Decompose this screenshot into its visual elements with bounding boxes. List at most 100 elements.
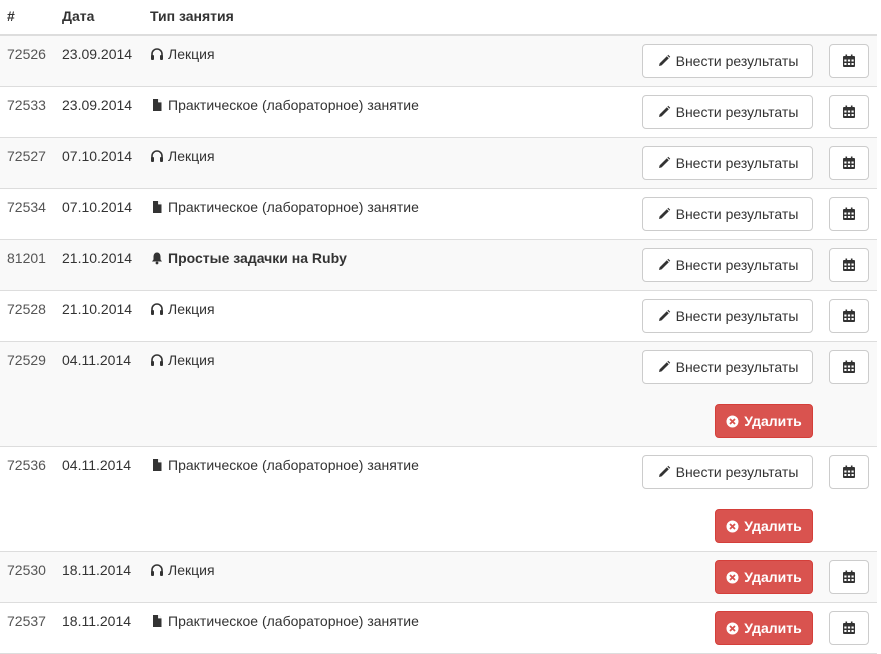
pencil-icon	[657, 360, 671, 374]
lesson-type: Практическое (лабораторное) занятие	[150, 97, 419, 113]
lesson-date: 21.10.2014	[62, 301, 133, 317]
calendar-button[interactable]	[829, 146, 869, 180]
table-row: 72526 23.09.2014 Лекция Внести результаты	[0, 36, 877, 87]
lesson-date: 04.11.2014	[62, 457, 132, 473]
x-icon	[726, 415, 739, 428]
lesson-date: 18.11.2014	[62, 613, 132, 629]
lesson-type: Практическое (лабораторное) занятие	[150, 457, 419, 473]
x-icon	[726, 622, 739, 635]
lesson-type-label: Практическое (лабораторное) занятие	[168, 457, 419, 473]
table-row: 72529 04.11.2014 Лекция Внести результаты Уд…	[0, 342, 877, 447]
enter-results-label: Внести результаты	[675, 464, 799, 480]
lesson-id: 72536	[7, 457, 46, 473]
table-row: 72534 07.10.2014 Практическое (лабораторно…	[0, 189, 877, 240]
delete-label: Удалить	[744, 518, 802, 534]
calendar-icon	[842, 465, 856, 479]
lesson-date: 07.10.2014	[62, 148, 133, 164]
calendar-button[interactable]	[829, 44, 869, 78]
lesson-date: 23.09.2014	[62, 46, 133, 62]
delete-label: Удалить	[744, 413, 802, 429]
calendar-button[interactable]	[829, 560, 869, 594]
table-row: 72530 18.11.2014 Лекция Удалить	[0, 552, 877, 603]
lesson-type-label: Лекция	[168, 148, 215, 164]
lesson-type: Лекция	[150, 352, 215, 368]
calendar-icon	[842, 360, 856, 374]
pencil-icon	[657, 309, 671, 323]
pencil-icon	[657, 258, 671, 272]
table-row: 72533 23.09.2014 Практическое (лабораторно…	[0, 87, 877, 138]
table-row: 81201 21.10.2014 Простые задачки на Ruby Вн…	[0, 240, 877, 291]
calendar-button[interactable]	[829, 95, 869, 129]
lesson-type-label: Лекция	[168, 352, 215, 368]
calendar-icon	[842, 156, 856, 170]
enter-results-button[interactable]: Внести результаты	[642, 299, 813, 333]
lesson-id: 72537	[7, 613, 46, 629]
calendar-icon	[842, 309, 856, 323]
enter-results-label: Внести результаты	[675, 155, 799, 171]
enter-results-label: Внести результаты	[675, 206, 799, 222]
enter-results-button[interactable]: Внести результаты	[642, 95, 813, 129]
enter-results-label: Внести результаты	[675, 359, 799, 375]
lesson-id: 72529	[7, 352, 46, 368]
lesson-type: Лекция	[150, 301, 215, 317]
file-icon	[150, 98, 164, 112]
enter-results-button[interactable]: Внести результаты	[642, 197, 813, 231]
lesson-type-label: Практическое (лабораторное) занятие	[168, 199, 419, 215]
pencil-icon	[657, 207, 671, 221]
calendar-icon	[842, 54, 856, 68]
calendar-icon	[842, 621, 856, 635]
lesson-type: Практическое (лабораторное) занятие	[150, 199, 419, 215]
lesson-date: 04.11.2014	[62, 352, 132, 368]
lesson-id: 72526	[7, 46, 46, 62]
table-row: 72527 07.10.2014 Лекция Внести результаты	[0, 138, 877, 189]
enter-results-label: Внести результаты	[675, 104, 799, 120]
lesson-date: 07.10.2014	[62, 199, 133, 215]
lesson-type: Простые задачки на Ruby	[150, 250, 347, 266]
calendar-icon	[842, 258, 856, 272]
delete-label: Удалить	[744, 620, 802, 636]
table-body: 72526 23.09.2014 Лекция Внести результаты 72…	[0, 36, 877, 654]
lesson-type: Практическое (лабораторное) занятие	[150, 613, 419, 629]
calendar-button[interactable]	[829, 248, 869, 282]
calendar-button[interactable]	[829, 611, 869, 645]
calendar-button[interactable]	[829, 197, 869, 231]
table-header: # Дата Тип занятия	[0, 0, 877, 36]
enter-results-button[interactable]: Внести результаты	[642, 44, 813, 78]
calendar-button[interactable]	[829, 299, 869, 333]
pencil-icon	[657, 465, 671, 479]
delete-label: Удалить	[744, 569, 802, 585]
table-row: 72536 04.11.2014 Практическое (лабораторно…	[0, 447, 877, 552]
calendar-button[interactable]	[829, 455, 869, 489]
calendar-icon	[842, 207, 856, 221]
enter-results-label: Внести результаты	[675, 308, 799, 324]
file-icon	[150, 614, 164, 628]
calendar-button[interactable]	[829, 350, 869, 384]
delete-button[interactable]: Удалить	[715, 404, 813, 438]
header-id: #	[7, 8, 15, 24]
lesson-type: Лекция	[150, 46, 215, 62]
calendar-icon	[842, 570, 856, 584]
headphones-icon	[150, 149, 164, 163]
pencil-icon	[657, 156, 671, 170]
enter-results-button[interactable]: Внести результаты	[642, 248, 813, 282]
lessons-table: # Дата Тип занятия 72526 23.09.2014 Лекция…	[0, 0, 877, 654]
x-icon	[726, 571, 739, 584]
file-icon	[150, 458, 164, 472]
enter-results-label: Внести результаты	[675, 257, 799, 273]
headphones-icon	[150, 302, 164, 316]
pencil-icon	[657, 54, 671, 68]
calendar-icon	[842, 105, 856, 119]
delete-button[interactable]: Удалить	[715, 611, 813, 645]
bell-icon	[150, 251, 164, 265]
lesson-id: 72530	[7, 562, 46, 578]
lesson-id: 72534	[7, 199, 46, 215]
lesson-type: Лекция	[150, 562, 215, 578]
table-row: 72528 21.10.2014 Лекция Внести результаты	[0, 291, 877, 342]
enter-results-button[interactable]: Внести результаты	[642, 146, 813, 180]
headphones-icon	[150, 47, 164, 61]
enter-results-button[interactable]: Внести результаты	[642, 455, 813, 489]
enter-results-button[interactable]: Внести результаты	[642, 350, 813, 384]
lesson-type-label: Практическое (лабораторное) занятие	[168, 613, 419, 629]
delete-button[interactable]: Удалить	[715, 560, 813, 594]
delete-button[interactable]: Удалить	[715, 509, 813, 543]
